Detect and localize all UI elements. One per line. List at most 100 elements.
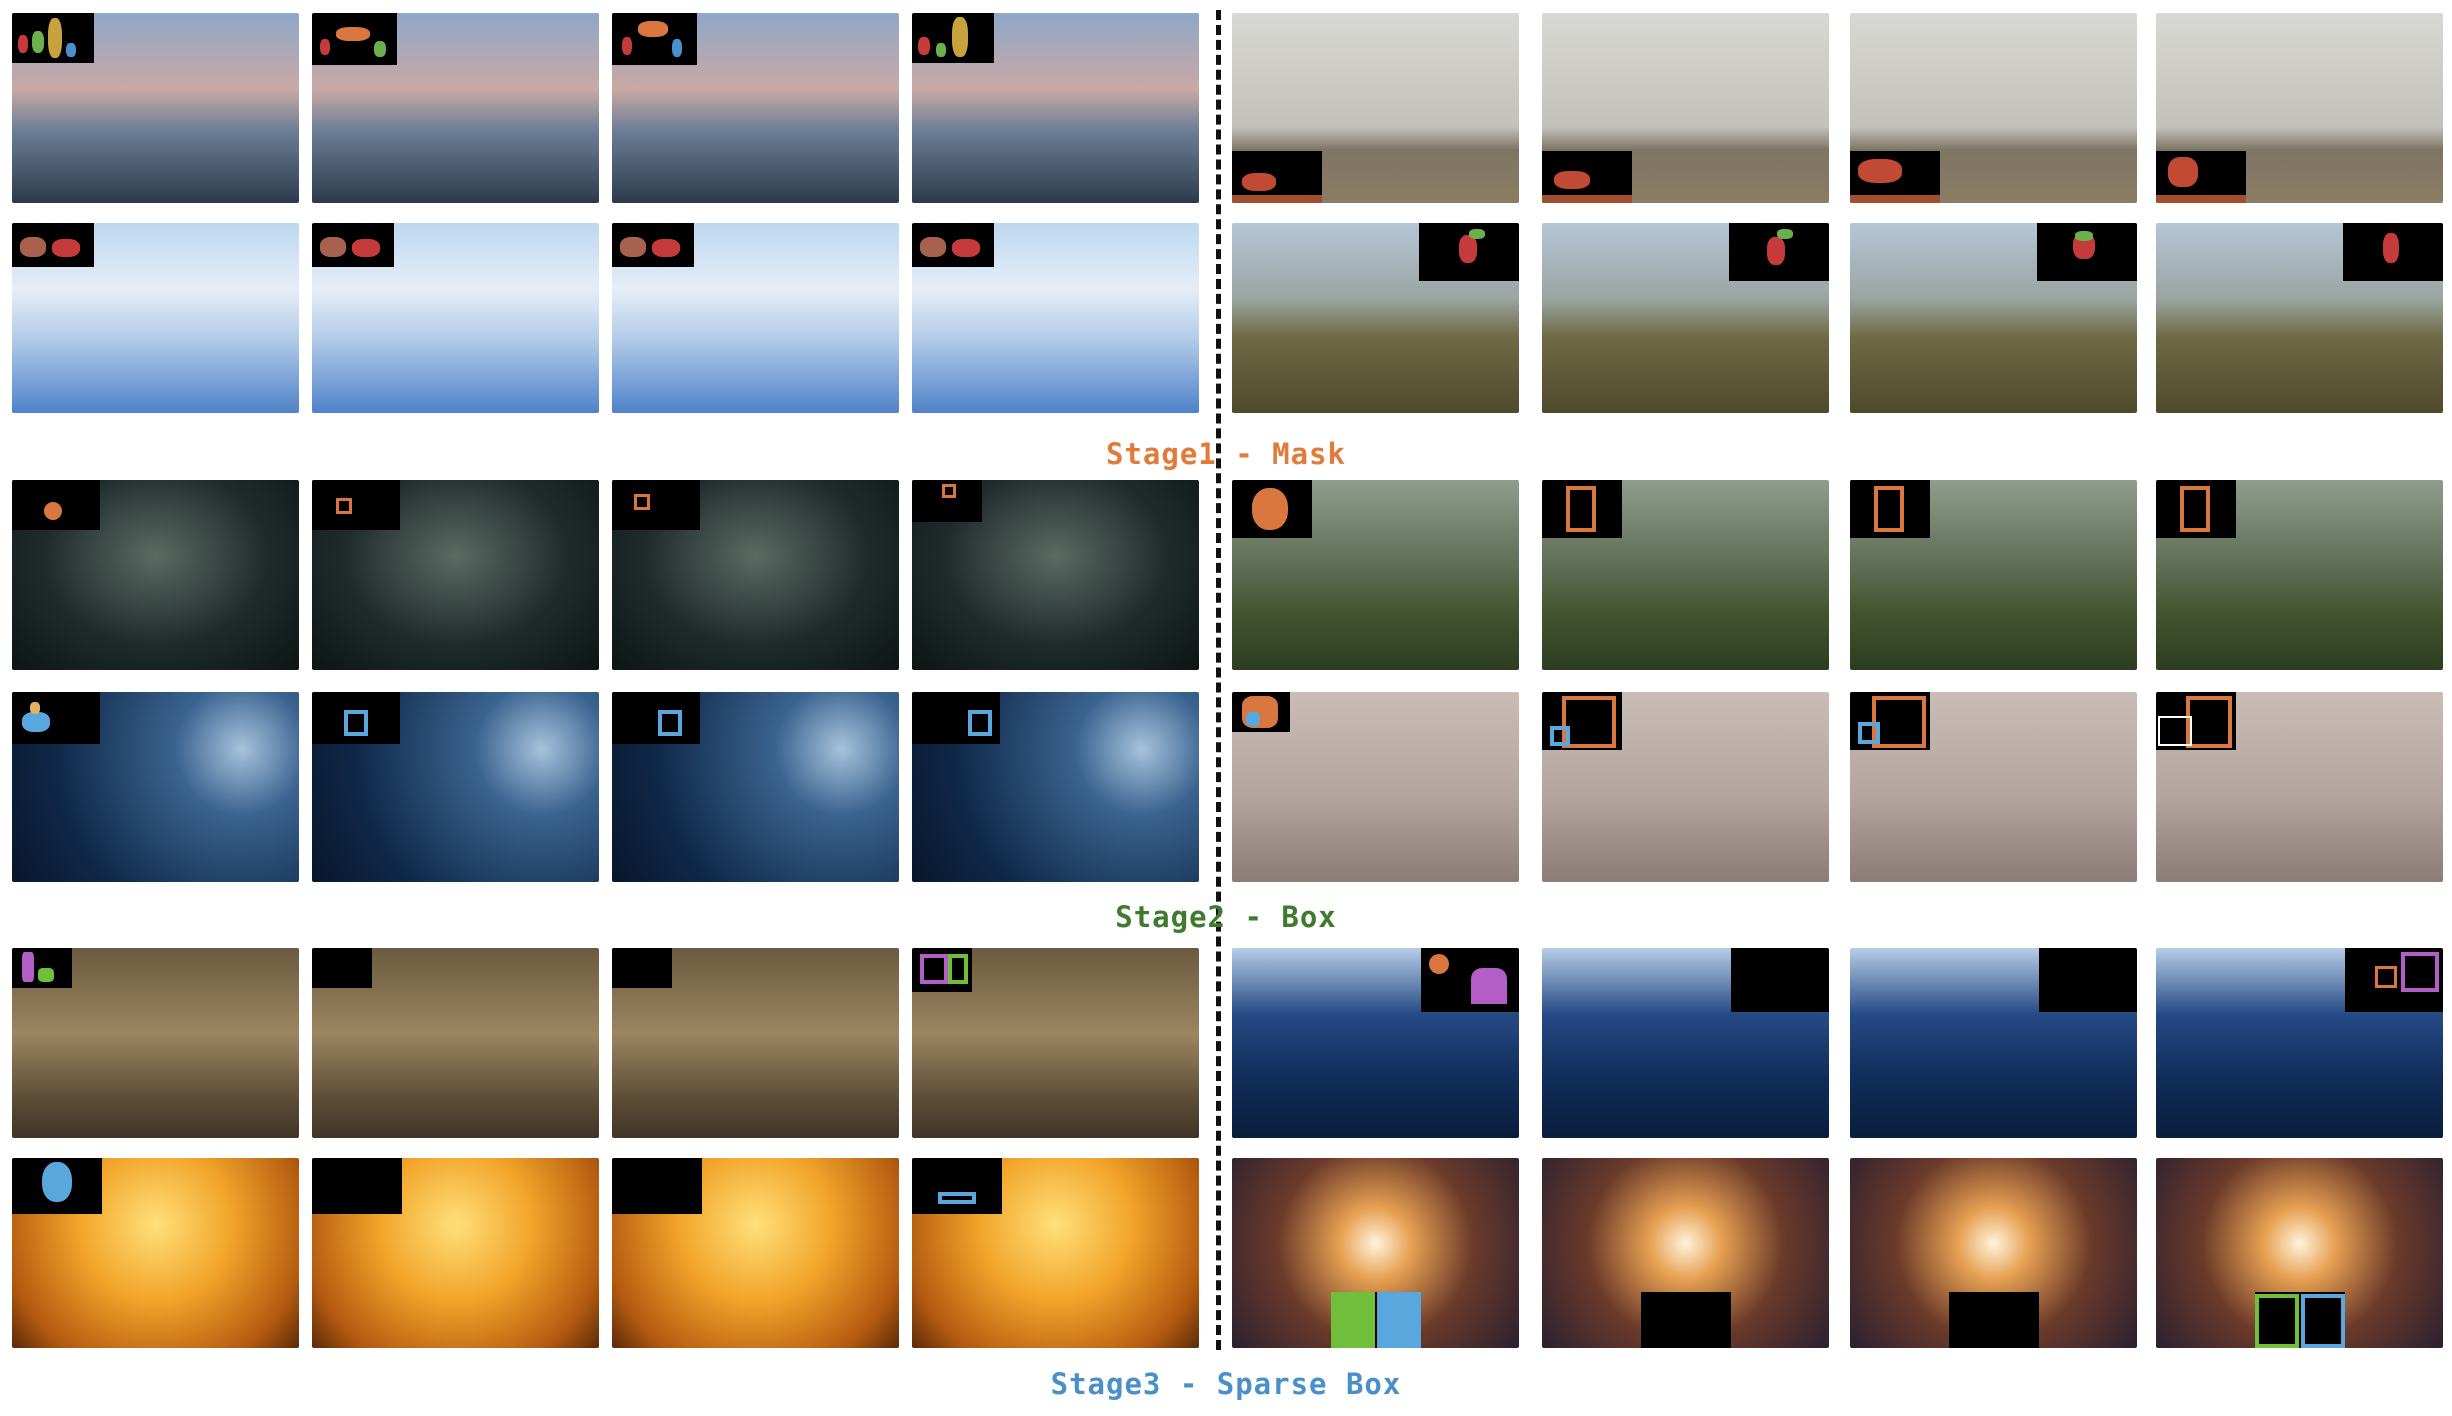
mask-silhouette-icon (622, 37, 632, 55)
mask-silhouette-icon (652, 239, 680, 257)
condition-overlay (1330, 1292, 1421, 1348)
bounding-box-icon (1872, 696, 1926, 748)
bounding-box-icon (634, 494, 650, 510)
condition-overlay (1542, 692, 1622, 750)
frame-two-faces-4 (2156, 1158, 2443, 1348)
bounding-box-icon (1562, 696, 1616, 748)
mask-silhouette-icon (1777, 229, 1793, 239)
bounding-box-icon (920, 954, 948, 984)
mask-silhouette-icon (1471, 968, 1507, 1004)
bounding-box-icon (2254, 1294, 2299, 1348)
mask-silhouette-icon (2168, 157, 2198, 187)
bounding-box-icon (938, 1192, 976, 1204)
frame-horse-fence-4 (2156, 223, 2443, 413)
condition-overlay (612, 480, 700, 530)
frame-furry-monster-4 (2156, 692, 2443, 882)
mask-silhouette-icon (918, 37, 930, 55)
condition-overlay (1232, 151, 1322, 203)
mask-silhouette-icon (48, 18, 62, 58)
mask-silhouette-icon (18, 35, 28, 53)
bounding-box-icon (344, 710, 368, 736)
mask-silhouette-icon (2156, 195, 2246, 203)
column-divider (1216, 10, 1221, 1350)
bounding-box-icon (2401, 952, 2439, 992)
frame-white-bear-1 (1232, 480, 1519, 670)
condition-overlay (312, 692, 400, 744)
condition-overlay (912, 223, 994, 267)
mask-silhouette-icon (320, 39, 330, 55)
condition-overlay (12, 13, 94, 63)
frame-white-bear-4 (2156, 480, 2443, 670)
condition-overlay (2343, 223, 2443, 281)
condition-overlay (912, 13, 994, 63)
mask-silhouette-icon (22, 952, 34, 982)
mask-silhouette-icon (672, 39, 682, 57)
condition-overlay (1232, 692, 1290, 732)
condition-overlay (1729, 223, 1829, 281)
condition-overlay (2156, 692, 2236, 750)
mask-silhouette-icon (952, 239, 980, 257)
mask-silhouette-icon (2075, 231, 2093, 241)
frame-horse-fence-3 (1850, 223, 2137, 413)
condition-overlay (12, 480, 100, 530)
condition-overlay (1542, 151, 1632, 203)
frame-horse-fence-2 (1542, 223, 1829, 413)
condition-overlay (912, 1158, 1002, 1214)
frame-scifi-city-1 (12, 13, 299, 203)
bounding-box-icon (336, 498, 352, 514)
frame-moon-castle-1 (1232, 948, 1519, 1138)
condition-overlay (312, 480, 400, 530)
condition-overlay (1731, 948, 1829, 1012)
condition-overlay (1850, 151, 1940, 203)
condition-overlay (912, 948, 972, 992)
bounding-box-icon (1874, 486, 1904, 532)
mask-silhouette-icon (1246, 712, 1260, 726)
mask-silhouette-icon (320, 237, 346, 257)
frame-scifi-city-3 (612, 13, 899, 203)
condition-overlay (2037, 223, 2137, 281)
mask-silhouette-icon (1554, 171, 1590, 189)
frame-white-bear-3 (1850, 480, 2137, 670)
condition-overlay (912, 480, 982, 522)
condition-overlay (1542, 480, 1622, 538)
frame-robot-room-3 (612, 948, 899, 1138)
condition-overlay (312, 13, 397, 65)
bounding-box-icon (658, 710, 682, 736)
mask-silhouette-icon (952, 17, 968, 57)
frame-robot-room-1 (12, 948, 299, 1138)
mask-silhouette-icon (1429, 954, 1449, 974)
mask-silhouette-icon (374, 41, 386, 57)
bounding-box-icon (948, 954, 968, 984)
stage3-label: Stage3 - Sparse Box (1050, 1367, 1402, 1401)
frame-furry-monster-2 (1542, 692, 1829, 882)
frame-horse-fence-1 (1232, 223, 1519, 413)
mask-silhouette-icon (38, 968, 54, 982)
condition-overlay (1850, 692, 1930, 750)
mask-silhouette-icon (42, 1162, 72, 1202)
mask-silhouette-icon (1542, 195, 1632, 203)
mask-silhouette-icon (1469, 229, 1485, 239)
condition-overlay (1948, 1292, 2039, 1348)
bounding-box-icon (942, 484, 956, 498)
mask-silhouette-icon (936, 43, 946, 57)
frame-sun-boy-1 (12, 1158, 299, 1348)
condition-overlay (1640, 1292, 1731, 1348)
frame-orb-woman-4 (912, 480, 1199, 670)
condition-overlay (2156, 151, 2246, 203)
frame-moon-rider-4 (912, 692, 1199, 882)
mask-silhouette-icon (1850, 195, 1940, 203)
bounding-box-icon (2186, 696, 2232, 748)
mask-silhouette-icon (20, 237, 46, 257)
condition-overlay (612, 13, 697, 65)
frame-sun-boy-2 (312, 1158, 599, 1348)
condition-overlay (12, 948, 72, 988)
frame-elephants-ice-3 (612, 223, 899, 413)
condition-overlay (12, 1158, 102, 1214)
condition-overlay (1232, 480, 1312, 538)
frame-orb-woman-2 (312, 480, 599, 670)
frame-orb-woman-1 (12, 480, 299, 670)
frame-two-faces-2 (1542, 1158, 1829, 1348)
condition-overlay (12, 223, 94, 267)
mask-silhouette-icon (22, 712, 50, 732)
mask-silhouette-icon (920, 237, 946, 257)
